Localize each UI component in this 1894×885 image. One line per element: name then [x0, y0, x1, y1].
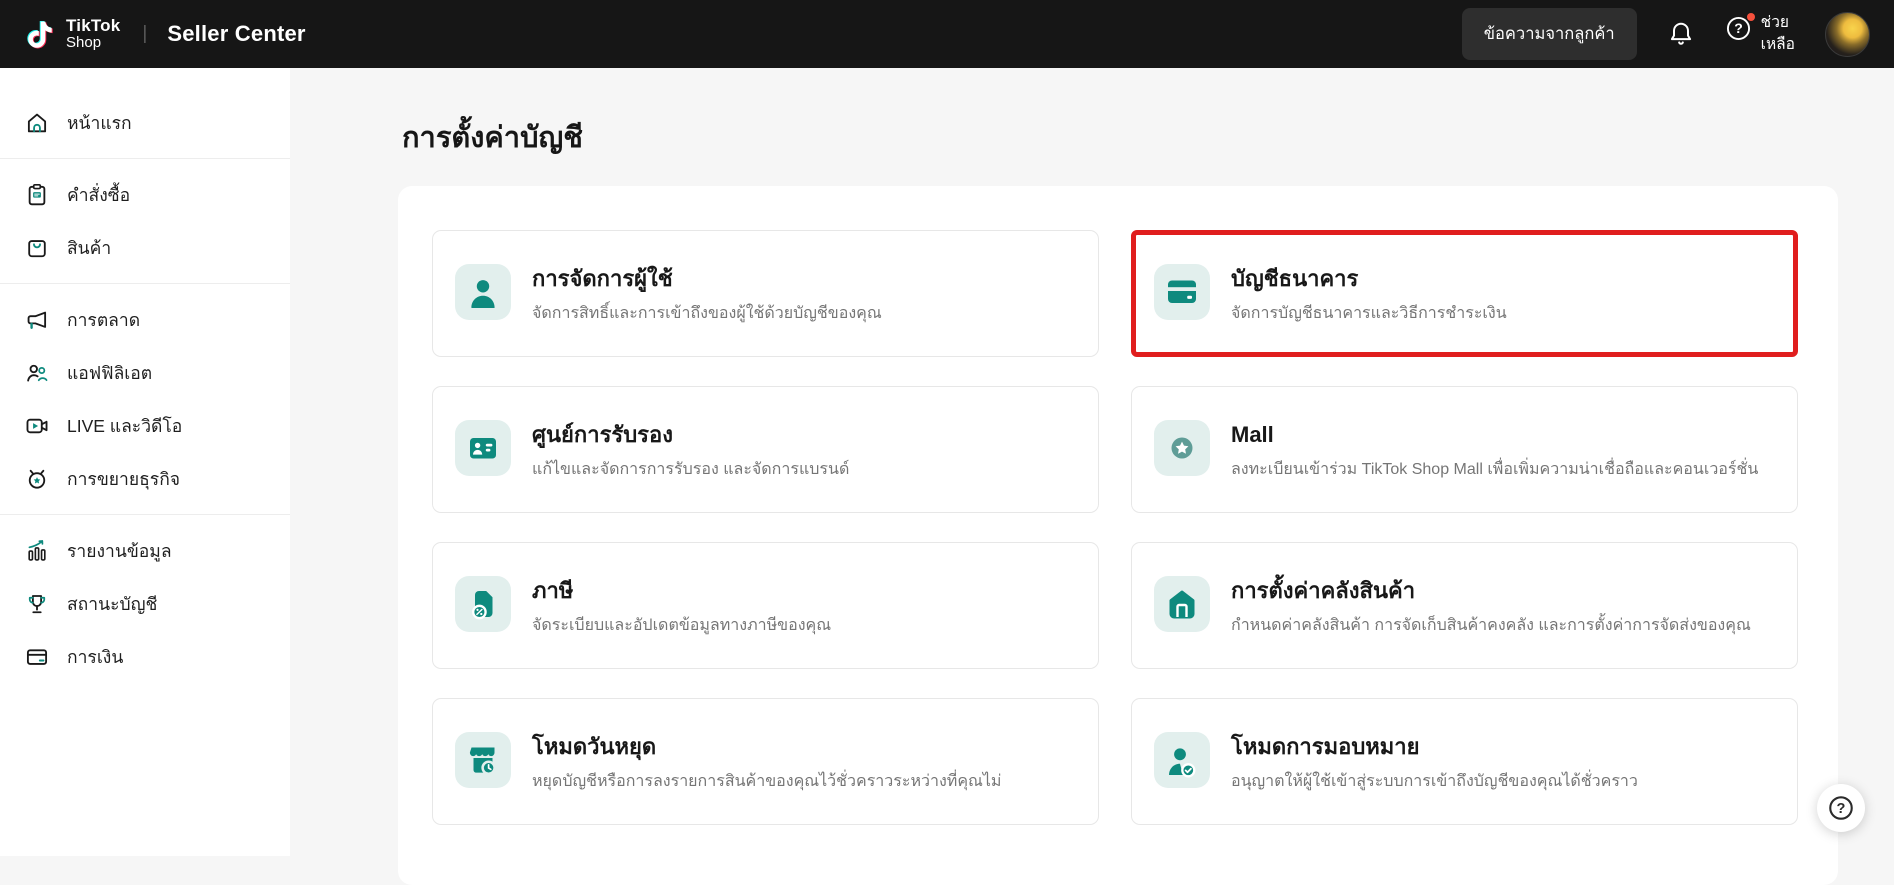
- help-label-line1: ช่วย: [1761, 12, 1795, 34]
- card-description: อนุญาตให้ผู้ใช้เข้าสู่ระบบการเข้าถึงบัญช…: [1231, 769, 1638, 795]
- card-title: การจัดการผู้ใช้: [532, 264, 882, 294]
- help-label: ช่วย เหลือ: [1761, 12, 1795, 57]
- card-title: โหมดการมอบหมาย: [1231, 732, 1638, 762]
- sidebar-item-label: การตลาด: [67, 306, 140, 334]
- settings-card-delegation-mode[interactable]: โหมดการมอบหมาย อนุญาตให้ผู้ใช้เข้าสู่ระบ…: [1131, 698, 1798, 825]
- sidebar-item-affiliate[interactable]: แอฟฟิลิเอต: [0, 346, 290, 399]
- svg-text:?: ?: [1734, 20, 1743, 36]
- sidebar-item-label: แอฟฟิลิเอต: [67, 359, 152, 387]
- sidebar-item-label: รายงานข้อมูล: [67, 537, 172, 565]
- live-video-camera-icon: [24, 413, 50, 439]
- account-settings-panel: การจัดการผู้ใช้ จัดการสิทธิ์และการเข้าถึ…: [398, 186, 1838, 885]
- card-title: ภาษี: [532, 576, 831, 606]
- question-circle-icon: ?: [1827, 794, 1855, 822]
- logo-line-shop: Shop: [66, 35, 120, 51]
- customer-messages-button[interactable]: ข้อความจากลูกค้า: [1462, 8, 1637, 60]
- card-description: ลงทะเบียนเข้าร่วม TikTok Shop Mall เพื่อ…: [1231, 457, 1758, 483]
- sidebar-item-label: คำสั่งซื้อ: [67, 181, 130, 209]
- sidebar-item-label: สถานะบัญชี: [67, 590, 157, 618]
- card-title: การตั้งค่าคลังสินค้า: [1231, 576, 1751, 606]
- affiliate-people-icon: [24, 360, 50, 386]
- account-health-trophy-icon: [24, 591, 50, 617]
- mall-star-icon: [1154, 420, 1210, 476]
- tiktok-note-icon: [24, 15, 57, 53]
- notification-bell-icon[interactable]: [1667, 20, 1695, 48]
- header-separator: |: [142, 23, 147, 45]
- help-menu[interactable]: ? ช่วย เหลือ: [1725, 12, 1795, 57]
- card-description: จัดการบัญชีธนาคารและวิธีการชำระเงิน: [1231, 301, 1507, 327]
- user-management-icon: [455, 264, 511, 320]
- sidebar-item-label: การขยายธุรกิจ: [67, 465, 180, 493]
- notification-dot: [1747, 13, 1755, 21]
- sidebar-item-home[interactable]: หน้าแรก: [0, 96, 290, 149]
- products-bag-icon: [24, 235, 50, 261]
- help-question-icon: ?: [1725, 15, 1752, 47]
- logo-wordmark: TikTok Shop: [66, 17, 120, 52]
- sidebar-divider: [0, 158, 290, 159]
- data-reports-chart-icon: [24, 538, 50, 564]
- sidebar-divider: [0, 514, 290, 515]
- settings-card-bank-account[interactable]: บัญชีธนาคาร จัดการบัญชีธนาคารและวิธีการช…: [1131, 230, 1798, 357]
- sidebar-item-account-health[interactable]: สถานะบัญชี: [0, 577, 290, 630]
- top-header-bar: TikTok Shop | Seller Center ข้อความจากลู…: [0, 0, 1894, 68]
- settings-card-holiday-mode[interactable]: โหมดวันหยุด หยุดบัญชีหรือการลงรายการสินค…: [432, 698, 1099, 825]
- sidebar-item-finance[interactable]: การเงิน: [0, 630, 290, 683]
- floating-help-button[interactable]: ?: [1817, 784, 1865, 832]
- sidebar-item-label: LIVE และวิดีโอ: [67, 412, 182, 440]
- logo-line-tiktok: TikTok: [66, 17, 120, 35]
- card-description: กำหนดค่าคลังสินค้า การจัดเก็บสินค้าคงคลั…: [1231, 613, 1751, 639]
- card-title: บัญชีธนาคาร: [1231, 264, 1507, 294]
- tax-document-icon: [455, 576, 511, 632]
- tiktok-shop-logo[interactable]: TikTok Shop: [24, 15, 120, 53]
- sidebar-item-label: หน้าแรก: [67, 109, 132, 137]
- card-description: จัดการสิทธิ์และการเข้าถึงของผู้ใช้ด้วยบั…: [532, 301, 882, 327]
- card-description: แก้ไขและจัดการการรับรอง และจัดการแบรนด์: [532, 457, 849, 483]
- card-description: จัดระเบียบและอัปเดตข้อมูลทางภาษีของคุณ: [532, 613, 831, 639]
- user-avatar[interactable]: [1825, 12, 1870, 57]
- business-growth-icon: [24, 466, 50, 492]
- settings-card-warehouse[interactable]: การตั้งค่าคลังสินค้า กำหนดค่าคลังสินค้า …: [1131, 542, 1798, 669]
- card-title: โหมดวันหยุด: [532, 732, 1001, 762]
- main-content: การตั้งค่าบัญชี การจัดการผู้ใช้ จัดการสิ…: [290, 68, 1894, 885]
- settings-card-tax[interactable]: ภาษี จัดระเบียบและอัปเดตข้อมูลทางภาษีของ…: [432, 542, 1099, 669]
- sidebar-item-label: การเงิน: [67, 643, 123, 671]
- settings-card-certification-center[interactable]: ศูนย์การรับรอง แก้ไขและจัดการการรับรอง แ…: [432, 386, 1099, 513]
- sidebar-nav: หน้าแรก คำสั่งซื้อ สินค้า: [0, 68, 290, 856]
- help-label-line2: เหลือ: [1761, 34, 1795, 56]
- settings-card-mall[interactable]: Mall ลงทะเบียนเข้าร่วม TikTok Shop Mall …: [1131, 386, 1798, 513]
- sidebar-item-data-reports[interactable]: รายงานข้อมูล: [0, 524, 290, 577]
- marketing-megaphone-icon: [24, 307, 50, 333]
- sidebar-item-growth[interactable]: การขยายธุรกิจ: [0, 452, 290, 505]
- sidebar-item-label: สินค้า: [67, 234, 111, 262]
- settings-card-user-management[interactable]: การจัดการผู้ใช้ จัดการสิทธิ์และการเข้าถึ…: [432, 230, 1099, 357]
- card-title: Mall: [1231, 420, 1758, 450]
- sidebar-divider: [0, 283, 290, 284]
- bank-card-icon: [1154, 264, 1210, 320]
- holiday-mode-store-icon: [455, 732, 511, 788]
- home-icon: [24, 110, 50, 136]
- card-description: หยุดบัญชีหรือการลงรายการสินค้าของคุณไว้ช…: [532, 769, 1001, 795]
- sidebar-item-products[interactable]: สินค้า: [0, 221, 290, 274]
- orders-clipboard-icon: [24, 182, 50, 208]
- sidebar-item-live-video[interactable]: LIVE และวิดีโอ: [0, 399, 290, 452]
- delegation-user-check-icon: [1154, 732, 1210, 788]
- sidebar-item-marketing[interactable]: การตลาด: [0, 293, 290, 346]
- sidebar-item-orders[interactable]: คำสั่งซื้อ: [0, 168, 290, 221]
- app-title: Seller Center: [167, 21, 305, 47]
- warehouse-icon: [1154, 576, 1210, 632]
- certification-badge-icon: [455, 420, 511, 476]
- page-title: การตั้งค่าบัญชี: [402, 114, 1838, 160]
- svg-text:?: ?: [1837, 801, 1846, 817]
- finance-card-icon: [24, 644, 50, 670]
- card-title: ศูนย์การรับรอง: [532, 420, 849, 450]
